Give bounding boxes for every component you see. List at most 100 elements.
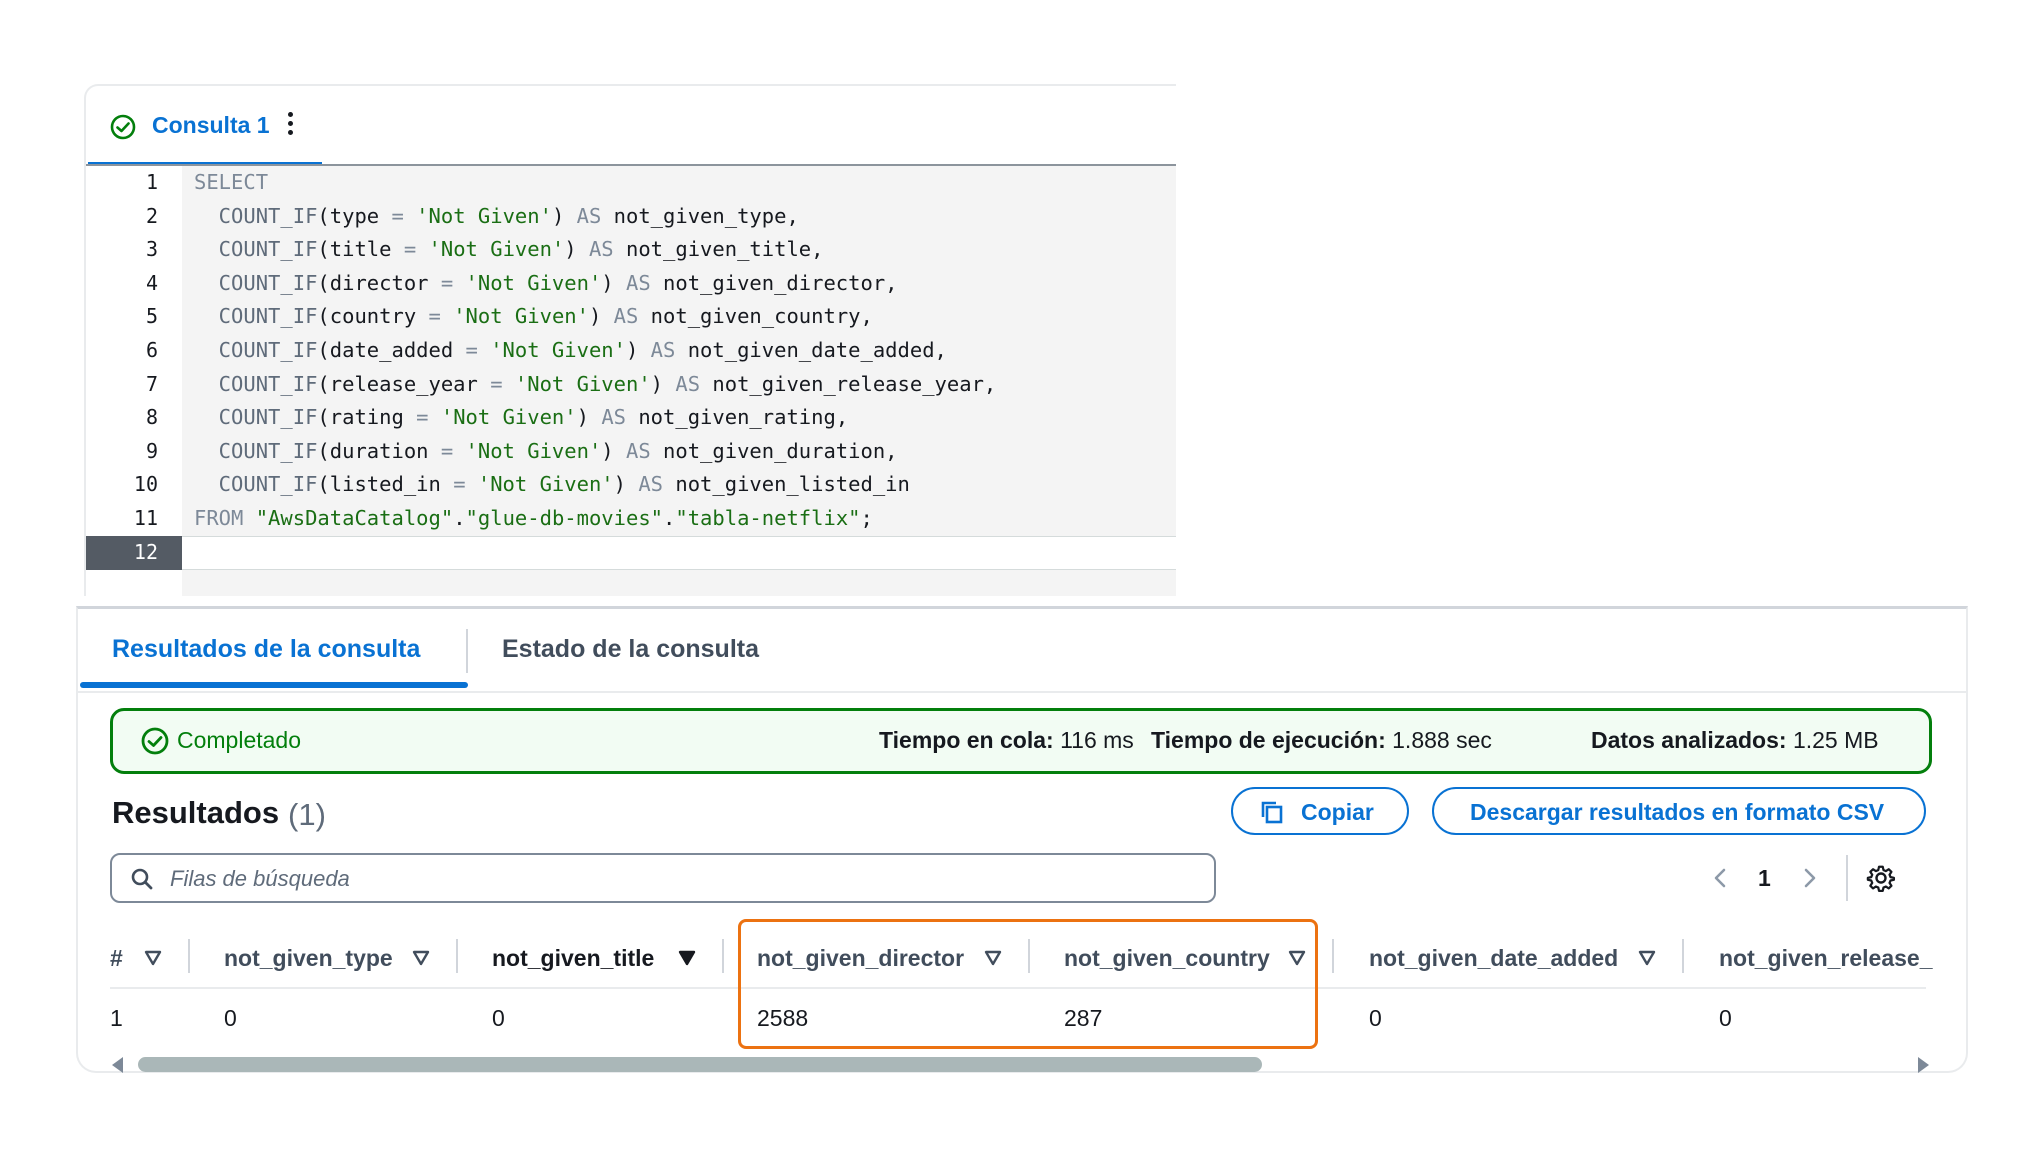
- queue-time-label: Tiempo en cola:: [879, 727, 1054, 753]
- code-token: ): [564, 237, 589, 262]
- status-text: Completado: [177, 727, 302, 753]
- search-box[interactable]: [110, 853, 1216, 903]
- code-token: not_given_listed_in: [663, 472, 910, 497]
- code-token: COUNT_IF: [194, 237, 318, 262]
- code-line: SELECT: [194, 170, 268, 194]
- sort-down-icon[interactable]: [1638, 949, 1656, 967]
- active-tab-indicator: [80, 682, 468, 688]
- sort-down-icon[interactable]: [144, 949, 162, 967]
- code-token: =: [440, 270, 454, 295]
- copy-icon: [1261, 801, 1283, 824]
- code-token: COUNT_IF: [194, 371, 318, 396]
- code-token: AS: [601, 405, 626, 430]
- column-header-not-given-date-added[interactable]: not_given_date_added: [1369, 945, 1618, 972]
- copy-button[interactable]: Copiar: [1231, 787, 1409, 835]
- tab-query-1[interactable]: Consulta 1: [88, 86, 322, 166]
- current-page[interactable]: 1: [1758, 865, 1771, 892]
- status-banner: Completado Tiempo en cola: 116 ms Tiempo…: [110, 708, 1932, 774]
- code-token: COUNT_IF: [194, 203, 318, 228]
- code-token: 'Not Given': [477, 338, 626, 362]
- search-icon: [131, 868, 153, 890]
- line-number: 2: [145, 203, 158, 228]
- code-editor[interactable]: 1 2 3 4 5 6 7 8 9 10 11 12 SELECT COUNT_IF(type = …: [86, 166, 1176, 596]
- code-token: COUNT_IF: [194, 438, 318, 463]
- code-token: (release_year: [317, 371, 491, 396]
- code-token: ): [576, 405, 602, 430]
- line-number: 5: [145, 304, 158, 329]
- scroll-right-arrow-icon[interactable]: [1918, 1057, 1929, 1073]
- code-token: (type: [317, 203, 392, 228]
- code-token: ): [613, 472, 639, 497]
- code-token: COUNT_IF: [194, 338, 318, 362]
- code-token: 'Not Given': [403, 203, 552, 228]
- code-token: 'Not Given': [440, 304, 589, 329]
- results-tab-bar: Resultados de la consulta Estado de la c…: [78, 609, 1966, 693]
- results-panel: Resultados de la consulta Estado de la c…: [76, 606, 1968, 1073]
- execution-time-label: Tiempo de ejecución:: [1151, 727, 1386, 753]
- code-token: =: [403, 237, 417, 262]
- results-count: (1): [288, 797, 326, 832]
- code-token: not_given_title,: [613, 237, 824, 262]
- current-line-number: 12: [86, 536, 182, 570]
- column-header-not-given-title[interactable]: not_given_title: [492, 945, 654, 972]
- tab-query-results[interactable]: Resultados de la consulta: [112, 635, 420, 664]
- chevron-left-icon[interactable]: [1706, 863, 1736, 893]
- line-number: 4: [145, 270, 158, 295]
- column-separator[interactable]: [456, 939, 458, 973]
- code-token: AS: [625, 270, 651, 295]
- queue-time: Tiempo en cola: 116 ms: [879, 727, 1134, 754]
- chevron-right-icon[interactable]: [1794, 863, 1824, 893]
- code-token: AS: [638, 472, 664, 497]
- code-line: COUNT_IF(listed_in = 'Not Given') AS not…: [194, 472, 910, 496]
- pagination: 1: [1706, 855, 1946, 901]
- data-scanned-label: Datos analizados:: [1591, 727, 1787, 753]
- code-token: AS: [675, 371, 701, 396]
- code-line: COUNT_IF(type = 'Not Given') AS not_give…: [194, 204, 799, 228]
- gear-icon[interactable]: [1866, 863, 1896, 893]
- queue-time-value: 116 ms: [1060, 727, 1134, 753]
- code-token: not_given_date_added,: [675, 338, 947, 362]
- code-token: AS: [650, 338, 676, 362]
- line-number: 1: [145, 170, 158, 194]
- code-token: FROM: [194, 506, 244, 530]
- sort-down-icon[interactable]: [412, 949, 430, 967]
- download-csv-label: Descargar resultados en formato CSV: [1470, 799, 1885, 825]
- query-editor-panel: Consulta 1 1 2 3 4 5 6 7 8 9 10 11 12 SELECT COUNT…: [84, 84, 1176, 596]
- code-token: ): [625, 338, 651, 362]
- code-line: COUNT_IF(director = 'Not Given') AS not_…: [194, 271, 898, 295]
- data-scanned: Datos analizados: 1.25 MB: [1591, 727, 1879, 754]
- code-token: (listed_in: [317, 472, 454, 497]
- code-line: COUNT_IF(duration = 'Not Given') AS not_…: [194, 439, 898, 463]
- column-header-not-given-type[interactable]: not_given_type: [224, 945, 393, 972]
- pager-separator: [1846, 855, 1848, 901]
- sort-down-icon[interactable]: [678, 949, 696, 967]
- search-input[interactable]: [168, 863, 1172, 895]
- code-token: SELECT: [194, 170, 269, 194]
- line-number-gutter: 1 2 3 4 5 6 7 8 9 10 11: [86, 166, 182, 596]
- column-header-not-given-release[interactable]: not_given_release_: [1719, 945, 1933, 972]
- code-token: "tabla-netflix": [675, 506, 861, 530]
- code-token: not_given_duration,: [650, 438, 898, 463]
- download-csv-button[interactable]: Descargar resultados en formato CSV: [1432, 787, 1926, 835]
- cell-not-given-release: 0: [1719, 1005, 1732, 1031]
- results-title: Resultados: [112, 795, 280, 830]
- code-token: ;: [860, 506, 873, 530]
- line-number: 10: [133, 472, 158, 497]
- column-separator[interactable]: [1682, 939, 1684, 973]
- column-header-index[interactable]: #: [110, 945, 123, 972]
- column-separator[interactable]: [1332, 939, 1334, 973]
- more-actions-icon[interactable]: [284, 110, 296, 142]
- code-token: =: [428, 304, 441, 329]
- tab-query-status[interactable]: Estado de la consulta: [502, 635, 759, 664]
- column-separator[interactable]: [188, 939, 190, 973]
- code-token: COUNT_IF: [194, 472, 318, 497]
- code-token: =: [465, 338, 478, 362]
- data-scanned-value: 1.25 MB: [1792, 727, 1879, 753]
- scrollbar-thumb[interactable]: [138, 1057, 1262, 1072]
- scroll-left-arrow-icon[interactable]: [112, 1057, 123, 1073]
- column-separator[interactable]: [722, 939, 724, 973]
- line-number: 8: [145, 405, 158, 430]
- code-token: 'Not Given': [502, 371, 651, 396]
- cell-index: 1: [110, 1005, 123, 1031]
- code-token: ): [551, 203, 577, 228]
